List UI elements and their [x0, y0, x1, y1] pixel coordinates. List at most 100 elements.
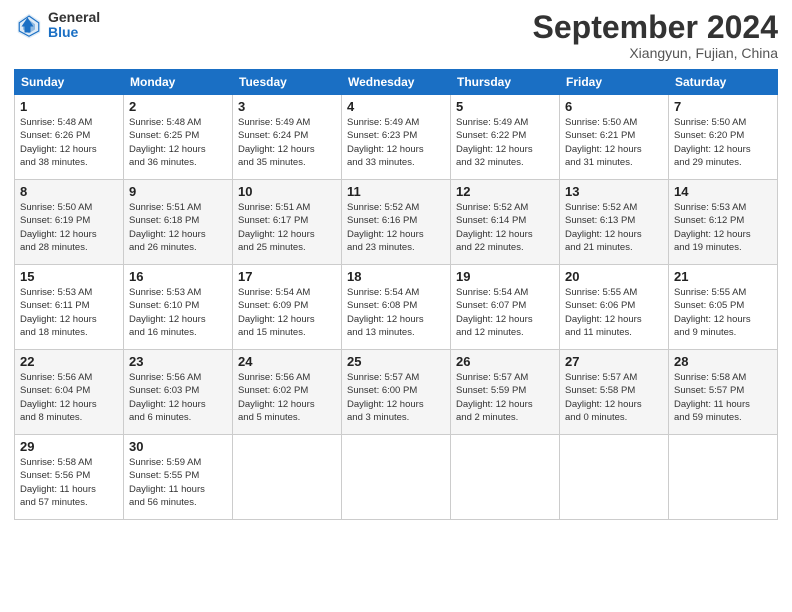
day-info-30: Sunrise: 5:59 AMSunset: 5:55 PMDaylight:… [129, 456, 227, 509]
location: Xiangyun, Fujian, China [533, 45, 778, 61]
day-number-10: 10 [238, 184, 336, 199]
day-number-22: 22 [20, 354, 118, 369]
day-cell-26: 26 Sunrise: 5:57 AMSunset: 5:59 PMDaylig… [451, 350, 560, 435]
calendar-table: Sunday Monday Tuesday Wednesday Thursday… [14, 69, 778, 520]
day-info-23: Sunrise: 5:56 AMSunset: 6:03 PMDaylight:… [129, 371, 227, 424]
day-info-22: Sunrise: 5:56 AMSunset: 6:04 PMDaylight:… [20, 371, 118, 424]
day-cell-25: 25 Sunrise: 5:57 AMSunset: 6:00 PMDaylig… [342, 350, 451, 435]
day-info-27: Sunrise: 5:57 AMSunset: 5:58 PMDaylight:… [565, 371, 663, 424]
logo-general: General [48, 10, 100, 25]
day-number-2: 2 [129, 99, 227, 114]
day-cell-13: 13 Sunrise: 5:52 AMSunset: 6:13 PMDaylig… [560, 180, 669, 265]
month-title: September 2024 [533, 10, 778, 45]
col-saturday: Saturday [669, 70, 778, 95]
day-info-18: Sunrise: 5:54 AMSunset: 6:08 PMDaylight:… [347, 286, 445, 339]
day-cell-3: 3 Sunrise: 5:49 AMSunset: 6:24 PMDayligh… [233, 95, 342, 180]
day-info-19: Sunrise: 5:54 AMSunset: 6:07 PMDaylight:… [456, 286, 554, 339]
day-number-18: 18 [347, 269, 445, 284]
day-cell-15: 15 Sunrise: 5:53 AMSunset: 6:11 PMDaylig… [15, 265, 124, 350]
day-number-27: 27 [565, 354, 663, 369]
day-info-5: Sunrise: 5:49 AMSunset: 6:22 PMDaylight:… [456, 116, 554, 169]
day-number-15: 15 [20, 269, 118, 284]
day-info-21: Sunrise: 5:55 AMSunset: 6:05 PMDaylight:… [674, 286, 772, 339]
day-number-6: 6 [565, 99, 663, 114]
day-cell-1: 1 Sunrise: 5:48 AMSunset: 6:26 PMDayligh… [15, 95, 124, 180]
day-cell-7: 7 Sunrise: 5:50 AMSunset: 6:20 PMDayligh… [669, 95, 778, 180]
day-cell-21: 21 Sunrise: 5:55 AMSunset: 6:05 PMDaylig… [669, 265, 778, 350]
day-number-5: 5 [456, 99, 554, 114]
day-cell-19: 19 Sunrise: 5:54 AMSunset: 6:07 PMDaylig… [451, 265, 560, 350]
day-info-15: Sunrise: 5:53 AMSunset: 6:11 PMDaylight:… [20, 286, 118, 339]
col-sunday: Sunday [15, 70, 124, 95]
day-cell-24: 24 Sunrise: 5:56 AMSunset: 6:02 PMDaylig… [233, 350, 342, 435]
day-number-12: 12 [456, 184, 554, 199]
week-row-3: 15 Sunrise: 5:53 AMSunset: 6:11 PMDaylig… [15, 265, 778, 350]
day-number-8: 8 [20, 184, 118, 199]
day-number-24: 24 [238, 354, 336, 369]
day-cell-4: 4 Sunrise: 5:49 AMSunset: 6:23 PMDayligh… [342, 95, 451, 180]
logo: General Blue [14, 10, 100, 41]
empty-cell-4 [560, 435, 669, 520]
day-info-26: Sunrise: 5:57 AMSunset: 5:59 PMDaylight:… [456, 371, 554, 424]
day-info-20: Sunrise: 5:55 AMSunset: 6:06 PMDaylight:… [565, 286, 663, 339]
day-cell-11: 11 Sunrise: 5:52 AMSunset: 6:16 PMDaylig… [342, 180, 451, 265]
week-row-2: 8 Sunrise: 5:50 AMSunset: 6:19 PMDayligh… [15, 180, 778, 265]
day-cell-14: 14 Sunrise: 5:53 AMSunset: 6:12 PMDaylig… [669, 180, 778, 265]
page-header: General Blue September 2024 Xiangyun, Fu… [14, 10, 778, 61]
day-number-14: 14 [674, 184, 772, 199]
day-cell-28: 28 Sunrise: 5:58 AMSunset: 5:57 PMDaylig… [669, 350, 778, 435]
logo-text: General Blue [48, 10, 100, 41]
day-info-11: Sunrise: 5:52 AMSunset: 6:16 PMDaylight:… [347, 201, 445, 254]
day-cell-6: 6 Sunrise: 5:50 AMSunset: 6:21 PMDayligh… [560, 95, 669, 180]
day-info-28: Sunrise: 5:58 AMSunset: 5:57 PMDaylight:… [674, 371, 772, 424]
week-row-1: 1 Sunrise: 5:48 AMSunset: 6:26 PMDayligh… [15, 95, 778, 180]
day-cell-20: 20 Sunrise: 5:55 AMSunset: 6:06 PMDaylig… [560, 265, 669, 350]
col-tuesday: Tuesday [233, 70, 342, 95]
day-cell-22: 22 Sunrise: 5:56 AMSunset: 6:04 PMDaylig… [15, 350, 124, 435]
day-info-4: Sunrise: 5:49 AMSunset: 6:23 PMDaylight:… [347, 116, 445, 169]
week-row-4: 22 Sunrise: 5:56 AMSunset: 6:04 PMDaylig… [15, 350, 778, 435]
day-cell-18: 18 Sunrise: 5:54 AMSunset: 6:08 PMDaylig… [342, 265, 451, 350]
day-cell-17: 17 Sunrise: 5:54 AMSunset: 6:09 PMDaylig… [233, 265, 342, 350]
header-row: Sunday Monday Tuesday Wednesday Thursday… [15, 70, 778, 95]
day-info-1: Sunrise: 5:48 AMSunset: 6:26 PMDaylight:… [20, 116, 118, 169]
day-cell-29: 29 Sunrise: 5:58 AMSunset: 5:56 PMDaylig… [15, 435, 124, 520]
day-info-14: Sunrise: 5:53 AMSunset: 6:12 PMDaylight:… [674, 201, 772, 254]
day-cell-10: 10 Sunrise: 5:51 AMSunset: 6:17 PMDaylig… [233, 180, 342, 265]
day-info-29: Sunrise: 5:58 AMSunset: 5:56 PMDaylight:… [20, 456, 118, 509]
day-info-6: Sunrise: 5:50 AMSunset: 6:21 PMDaylight:… [565, 116, 663, 169]
day-info-25: Sunrise: 5:57 AMSunset: 6:00 PMDaylight:… [347, 371, 445, 424]
logo-blue: Blue [48, 25, 100, 40]
day-number-29: 29 [20, 439, 118, 454]
col-thursday: Thursday [451, 70, 560, 95]
col-monday: Monday [124, 70, 233, 95]
day-info-8: Sunrise: 5:50 AMSunset: 6:19 PMDaylight:… [20, 201, 118, 254]
empty-cell-1 [233, 435, 342, 520]
day-cell-9: 9 Sunrise: 5:51 AMSunset: 6:18 PMDayligh… [124, 180, 233, 265]
day-cell-5: 5 Sunrise: 5:49 AMSunset: 6:22 PMDayligh… [451, 95, 560, 180]
week-row-5: 29 Sunrise: 5:58 AMSunset: 5:56 PMDaylig… [15, 435, 778, 520]
calendar-page: General Blue September 2024 Xiangyun, Fu… [0, 0, 792, 612]
day-number-17: 17 [238, 269, 336, 284]
day-number-1: 1 [20, 99, 118, 114]
day-info-2: Sunrise: 5:48 AMSunset: 6:25 PMDaylight:… [129, 116, 227, 169]
day-info-9: Sunrise: 5:51 AMSunset: 6:18 PMDaylight:… [129, 201, 227, 254]
day-cell-8: 8 Sunrise: 5:50 AMSunset: 6:19 PMDayligh… [15, 180, 124, 265]
day-number-23: 23 [129, 354, 227, 369]
day-number-13: 13 [565, 184, 663, 199]
day-info-7: Sunrise: 5:50 AMSunset: 6:20 PMDaylight:… [674, 116, 772, 169]
day-info-24: Sunrise: 5:56 AMSunset: 6:02 PMDaylight:… [238, 371, 336, 424]
day-number-25: 25 [347, 354, 445, 369]
day-info-13: Sunrise: 5:52 AMSunset: 6:13 PMDaylight:… [565, 201, 663, 254]
day-number-30: 30 [129, 439, 227, 454]
day-number-20: 20 [565, 269, 663, 284]
day-number-9: 9 [129, 184, 227, 199]
day-number-7: 7 [674, 99, 772, 114]
day-number-19: 19 [456, 269, 554, 284]
day-info-17: Sunrise: 5:54 AMSunset: 6:09 PMDaylight:… [238, 286, 336, 339]
day-info-10: Sunrise: 5:51 AMSunset: 6:17 PMDaylight:… [238, 201, 336, 254]
day-number-3: 3 [238, 99, 336, 114]
empty-cell-3 [451, 435, 560, 520]
day-cell-27: 27 Sunrise: 5:57 AMSunset: 5:58 PMDaylig… [560, 350, 669, 435]
empty-cell-5 [669, 435, 778, 520]
